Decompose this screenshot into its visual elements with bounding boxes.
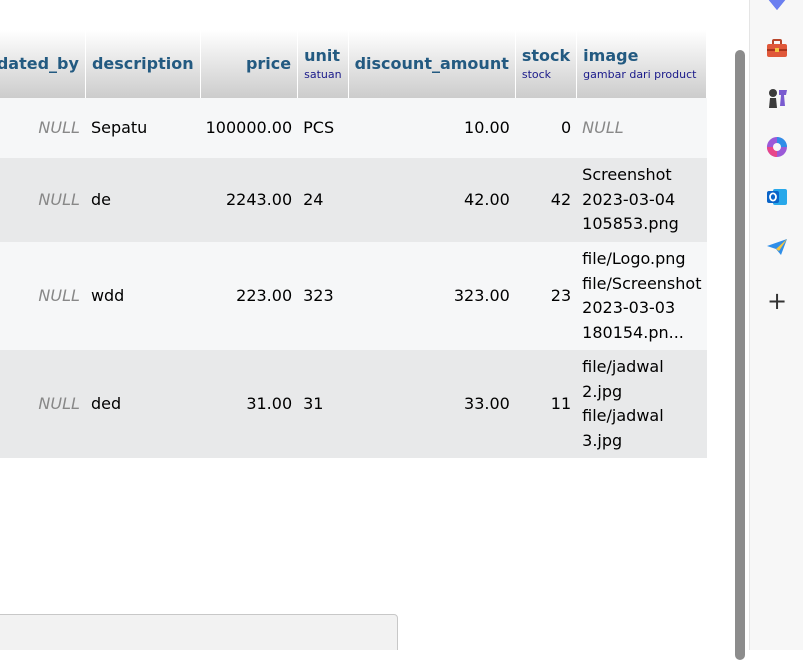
bottom-panel (0, 614, 398, 650)
cell-discount-amount[interactable]: 10.00 (348, 98, 516, 158)
cell-stock[interactable]: 23 (515, 242, 578, 350)
cell-image[interactable]: file/jadwal 2.jpg file/jadwal 3.jpg (577, 350, 708, 458)
cell-unit[interactable]: 31 (298, 350, 349, 458)
chess-icon[interactable] (764, 85, 790, 111)
cell-unit[interactable]: 24 (298, 158, 349, 242)
diamond-icon[interactable] (764, 0, 790, 14)
results-table: updated_by description price unit satuan… (0, 30, 708, 458)
cell-price[interactable]: 31.00 (200, 350, 299, 458)
cell-description[interactable]: de (85, 158, 201, 242)
cell-updated-by[interactable]: NULL (0, 98, 86, 158)
column-header-image[interactable]: image gambar dari product (577, 30, 708, 98)
outlook-icon[interactable] (764, 184, 790, 210)
cell-updated-by[interactable]: NULL (0, 158, 86, 242)
cell-image[interactable]: Screenshot 2023-03-04 105853.png (577, 158, 708, 242)
column-header-stock[interactable]: stock stock (515, 30, 578, 98)
cell-image[interactable]: NULL (577, 98, 708, 158)
toolbox-icon[interactable] (764, 35, 790, 61)
cell-price[interactable]: 2243.00 (200, 158, 299, 242)
cell-image[interactable]: file/Logo.png file/Screenshot 2023-03-03… (577, 242, 708, 350)
header-row: updated_by description price unit satuan… (0, 30, 708, 98)
column-comment-unit: satuan (304, 67, 342, 81)
results-area: updated_by description price unit satuan… (0, 0, 733, 650)
copilot-icon[interactable] (764, 134, 790, 160)
column-header-price[interactable]: price (200, 30, 299, 98)
table-row: NULL Sepatu 100000.00 PCS 10.00 0 NULL (0, 98, 708, 158)
cell-unit[interactable]: PCS (298, 98, 349, 158)
browser-sidebar: + (749, 0, 803, 650)
column-header-discount-amount[interactable]: discount_amount (348, 30, 516, 98)
cell-updated-by[interactable]: NULL (0, 350, 86, 458)
add-icon[interactable]: + (764, 288, 790, 314)
table-row: NULL de 2243.00 24 42.00 42 Screenshot 2… (0, 158, 708, 242)
cell-stock[interactable]: 42 (515, 158, 578, 242)
table-row: NULL wdd 223.00 323 323.00 23 file/Logo.… (0, 242, 708, 350)
cell-description[interactable]: ded (85, 350, 201, 458)
column-comment-image: gambar dari product (583, 67, 697, 81)
cell-price[interactable]: 223.00 (200, 242, 299, 350)
cell-stock[interactable]: 0 (515, 98, 578, 158)
table-row: NULL ded 31.00 31 33.00 11 file/jadwal 2… (0, 350, 708, 458)
cell-description[interactable]: wdd (85, 242, 201, 350)
column-comment-stock: stock (521, 67, 552, 81)
cell-stock[interactable]: 11 (515, 350, 578, 458)
add-label: + (766, 287, 788, 315)
cell-description[interactable]: Sepatu (85, 98, 201, 158)
cell-discount-amount[interactable]: 42.00 (348, 158, 516, 242)
column-header-updated-by[interactable]: updated_by (0, 30, 86, 98)
cell-updated-by[interactable]: NULL (0, 242, 86, 350)
column-header-unit[interactable]: unit satuan (298, 30, 349, 98)
scrollbar-thumb[interactable] (735, 50, 745, 660)
column-header-description[interactable]: description (85, 30, 201, 98)
cell-unit[interactable]: 323 (298, 242, 349, 350)
cell-discount-amount[interactable]: 33.00 (348, 350, 516, 458)
send-icon[interactable] (764, 234, 790, 260)
cell-price[interactable]: 100000.00 (200, 98, 299, 158)
cell-discount-amount[interactable]: 323.00 (348, 242, 516, 350)
